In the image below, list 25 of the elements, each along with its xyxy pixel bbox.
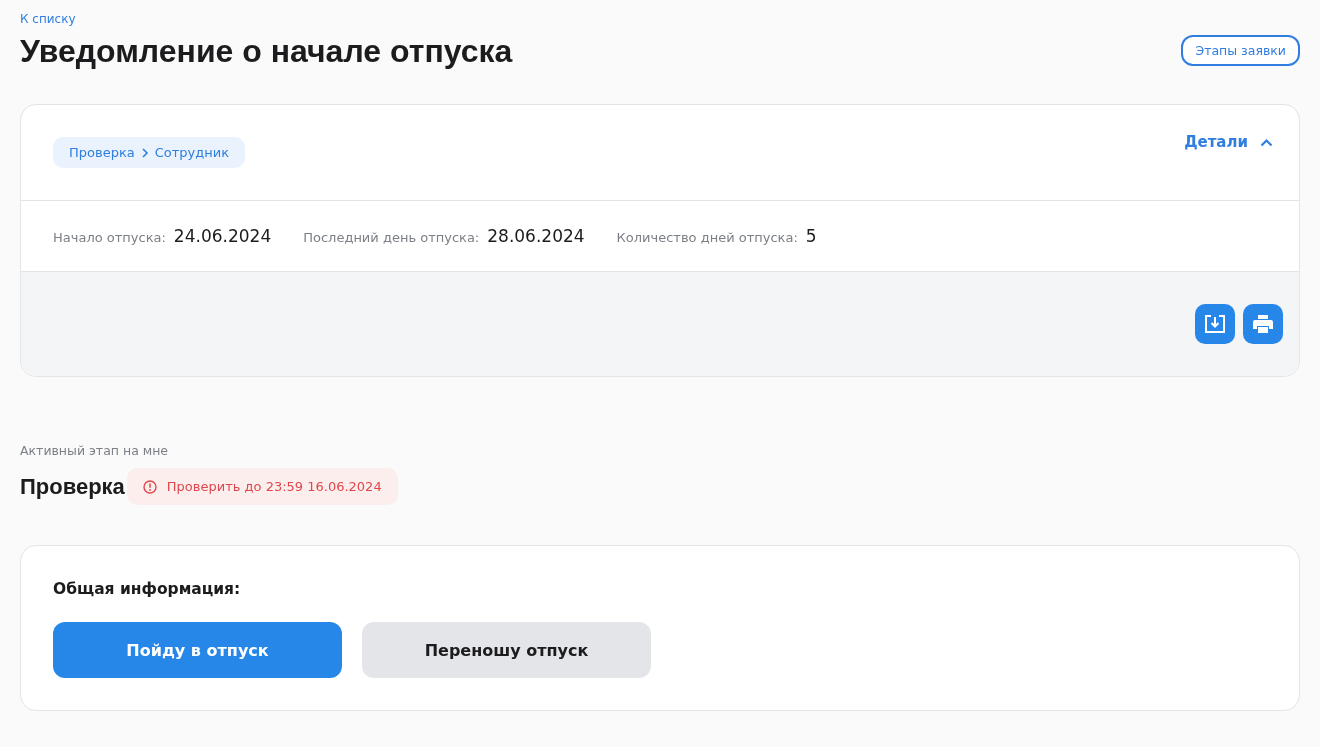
breadcrumb-item: Проверка xyxy=(69,145,135,160)
stage-caption: Активный этап на мне xyxy=(20,443,170,458)
stages-button[interactable]: Этапы заявки xyxy=(1181,35,1300,66)
page-title: Уведомление о начале отпуска xyxy=(20,33,513,70)
chevron-icon xyxy=(1260,137,1273,147)
printer-icon xyxy=(1253,315,1273,333)
print-button[interactable] xyxy=(1243,304,1283,344)
download-button[interactable] xyxy=(1195,304,1235,344)
deadline-badge: Проверить до 23:59 16.06.2024 xyxy=(126,468,398,505)
details-toggle[interactable]: Детали xyxy=(1184,133,1273,151)
back-link[interactable]: К списку xyxy=(20,12,76,26)
section-heading: Общая информация: xyxy=(53,580,242,598)
field-value: 24.06.2024 xyxy=(173,226,272,246)
alert-icon xyxy=(142,479,157,494)
download-icon xyxy=(1204,314,1226,334)
field-label: Последний день отпуска: xyxy=(303,230,480,245)
field-label: Начало отпуска: xyxy=(53,230,166,245)
chevron-right-icon xyxy=(140,147,149,158)
stage-name: Проверка xyxy=(20,473,125,500)
action-button[interactable]: Пойду в отпуск xyxy=(53,622,342,678)
field-value: 28.06.2024 xyxy=(487,226,585,246)
field-label: Количество дней отпуска: xyxy=(616,230,798,245)
field-value: 5 xyxy=(805,226,817,246)
action-button[interactable]: Переношу отпуск xyxy=(362,622,651,678)
breadcrumb-item: Сотрудник xyxy=(154,145,230,160)
